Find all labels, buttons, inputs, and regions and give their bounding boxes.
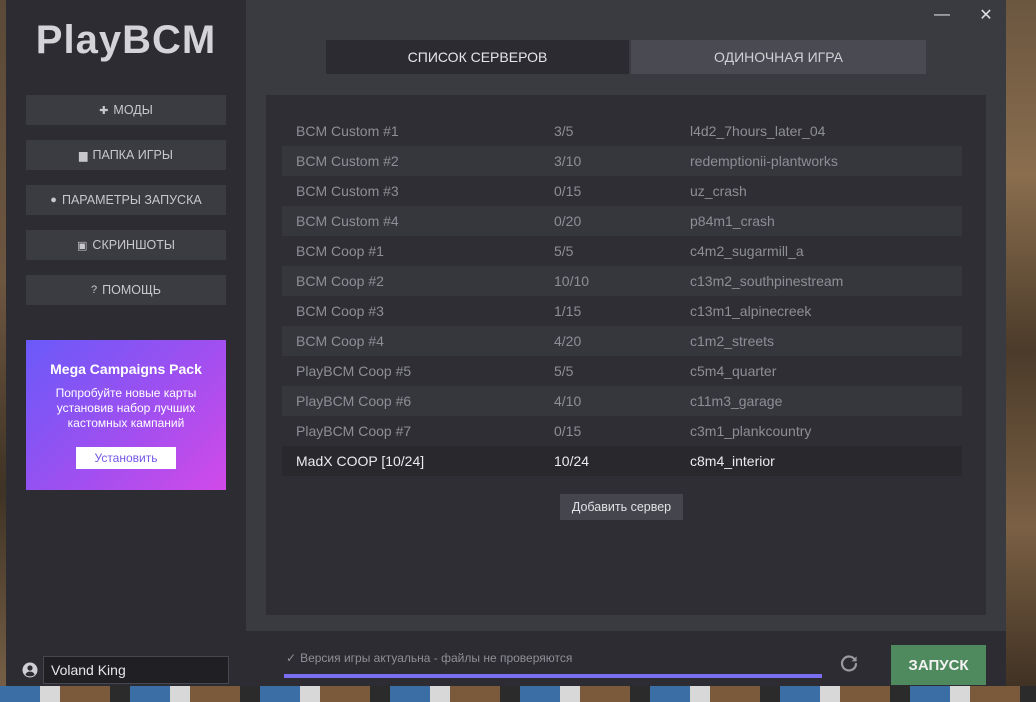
server-players: 3/5 [554,123,574,139]
user-icon [22,662,38,678]
screenshots-label: Скриншоты [92,238,175,252]
server-players: 1/15 [554,303,582,319]
server-map: c13m1_alpinecreek [690,303,812,319]
server-name: BCM Custom #2 [296,153,399,169]
launch-button[interactable]: Запуск [891,645,986,685]
mods-button[interactable]: ✚ Моды [26,95,226,125]
promo-banner: Mega Campaigns Pack Попробуйте новые кар… [26,340,226,490]
server-row[interactable]: BCM Custom #3 0/15 uz_crash [282,176,962,206]
server-players: 5/5 [554,243,574,259]
server-row[interactable]: BCM Coop #3 1/15 c13m1_alpinecreek [282,296,962,326]
update-status: ✓ Версия игры актуальна - файлы не провер… [286,651,572,665]
server-map: c5m4_quarter [690,363,777,379]
server-row[interactable]: BCM Coop #1 5/5 c4m2_sugarmill_a [282,236,962,266]
close-icon: ✕ [979,7,993,24]
server-name: PlayBCM Coop #6 [296,393,412,409]
server-row[interactable]: BCM Coop #4 4/20 c1m2_streets [282,326,962,356]
server-map: uz_crash [690,183,747,199]
server-players: 0/20 [554,213,582,229]
install-button[interactable]: Установить [76,447,176,469]
close-button[interactable]: ✕ [974,4,998,26]
server-row[interactable]: BCM Custom #2 3/10 redemptionii-plantworks [282,146,962,176]
server-players: 5/5 [554,363,574,379]
server-name: BCM Coop #1 [296,243,384,259]
server-map: redemptionii-plantworks [690,153,838,169]
server-name: BCM Custom #1 [296,123,399,139]
server-name: BCM Coop #2 [296,273,384,289]
taskbar-strip [0,686,1036,702]
server-map: c11m3_garage [690,393,783,409]
mods-label: Моды [113,103,153,117]
username-input[interactable] [43,656,229,684]
server-name: BCM Coop #4 [296,333,384,349]
server-row[interactable]: BCM Custom #4 0/20 p84m1_crash [282,206,962,236]
game-folder-label: Папка игры [92,148,173,162]
refresh-icon[interactable] [838,653,860,675]
server-name: BCM Custom #4 [296,213,399,229]
server-name: BCM Coop #3 [296,303,384,319]
server-table: BCM Custom #1 3/5 l4d2_7hours_later_04 BCM … [282,116,962,476]
server-players: 4/20 [554,333,582,349]
bulb-icon: ● [50,194,57,206]
screenshots-button[interactable]: ▣ Скриншоты [26,230,226,260]
server-row[interactable]: MadX COOP [10/24] 10/24 c8m4_interior [282,446,962,476]
image-icon: ▣ [77,239,88,252]
server-map: p84m1_crash [690,213,775,229]
minimize-button[interactable]: — [930,4,954,26]
help-icon: ? [91,284,98,296]
server-row[interactable]: PlayBCM Coop #5 5/5 c5m4_quarter [282,356,962,386]
help-button[interactable]: ? Помощь [26,275,226,305]
server-map: c8m4_interior [690,453,775,469]
server-map: c1m2_streets [690,333,775,349]
server-name: BCM Custom #3 [296,183,399,199]
launch-options-button[interactable]: ● Параметры запуска [26,185,226,215]
puzzle-icon: ✚ [99,104,109,117]
app-logo: PlayBCM [35,18,217,62]
tab-single-player[interactable]: Одиночная игра [631,40,926,74]
server-map: c13m2_southpinestream [690,273,844,289]
server-players: 4/10 [554,393,582,409]
game-folder-button[interactable]: ▆ Папка игры [26,140,226,170]
server-name: MadX COOP [10/24] [296,453,425,469]
server-players: 10/10 [554,273,590,289]
server-players: 3/10 [554,153,582,169]
server-row[interactable]: PlayBCM Coop #6 4/10 c11m3_garage [282,386,962,416]
footer-bar: ✓ Версия игры актуальна - файлы не провер… [246,631,1006,686]
server-name: PlayBCM Coop #5 [296,363,412,379]
sidebar: PlayBCM ✚ Моды ▆ Папка игры ● Параметры … [6,0,246,686]
promo-text: Попробуйте новые карты установив набор л… [55,386,197,430]
folder-icon: ▆ [79,149,88,162]
check-icon: ✓ [286,651,297,665]
server-row[interactable]: PlayBCM Coop #7 0/15 c3m1_plankcountry [282,416,962,446]
server-players: 0/15 [554,423,582,439]
launcher-window: PlayBCM ✚ Моды ▆ Папка игры ● Параметры … [6,0,1006,686]
server-map: c3m1_plankcountry [690,423,812,439]
minimize-icon: — [934,6,950,23]
add-server-button[interactable]: Добавить сервер [560,494,683,520]
promo-title: Mega Campaigns Pack [50,361,202,377]
server-row[interactable]: BCM Coop #2 10/10 c13m2_southpinestream [282,266,962,296]
server-players: 0/15 [554,183,582,199]
help-label: Помощь [102,283,161,297]
launch-options-label: Параметры запуска [61,193,202,207]
update-progress-fill [284,674,822,678]
server-players: 10/24 [554,453,590,469]
server-list-panel: BCM Custom #1 3/5 l4d2_7hours_later_04 BCM … [266,95,986,615]
desktop-background-right [1006,0,1036,702]
server-map: c4m2_sugarmill_a [690,243,804,259]
server-name: PlayBCM Coop #7 [296,423,412,439]
update-progress-bar [284,674,822,678]
server-row[interactable]: BCM Custom #1 3/5 l4d2_7hours_later_04 [282,116,962,146]
tab-server-list[interactable]: Список серверов [326,40,629,74]
update-status-text: Версия игры актуальна - файлы не проверя… [300,651,573,665]
server-map: l4d2_7hours_later_04 [690,123,826,139]
